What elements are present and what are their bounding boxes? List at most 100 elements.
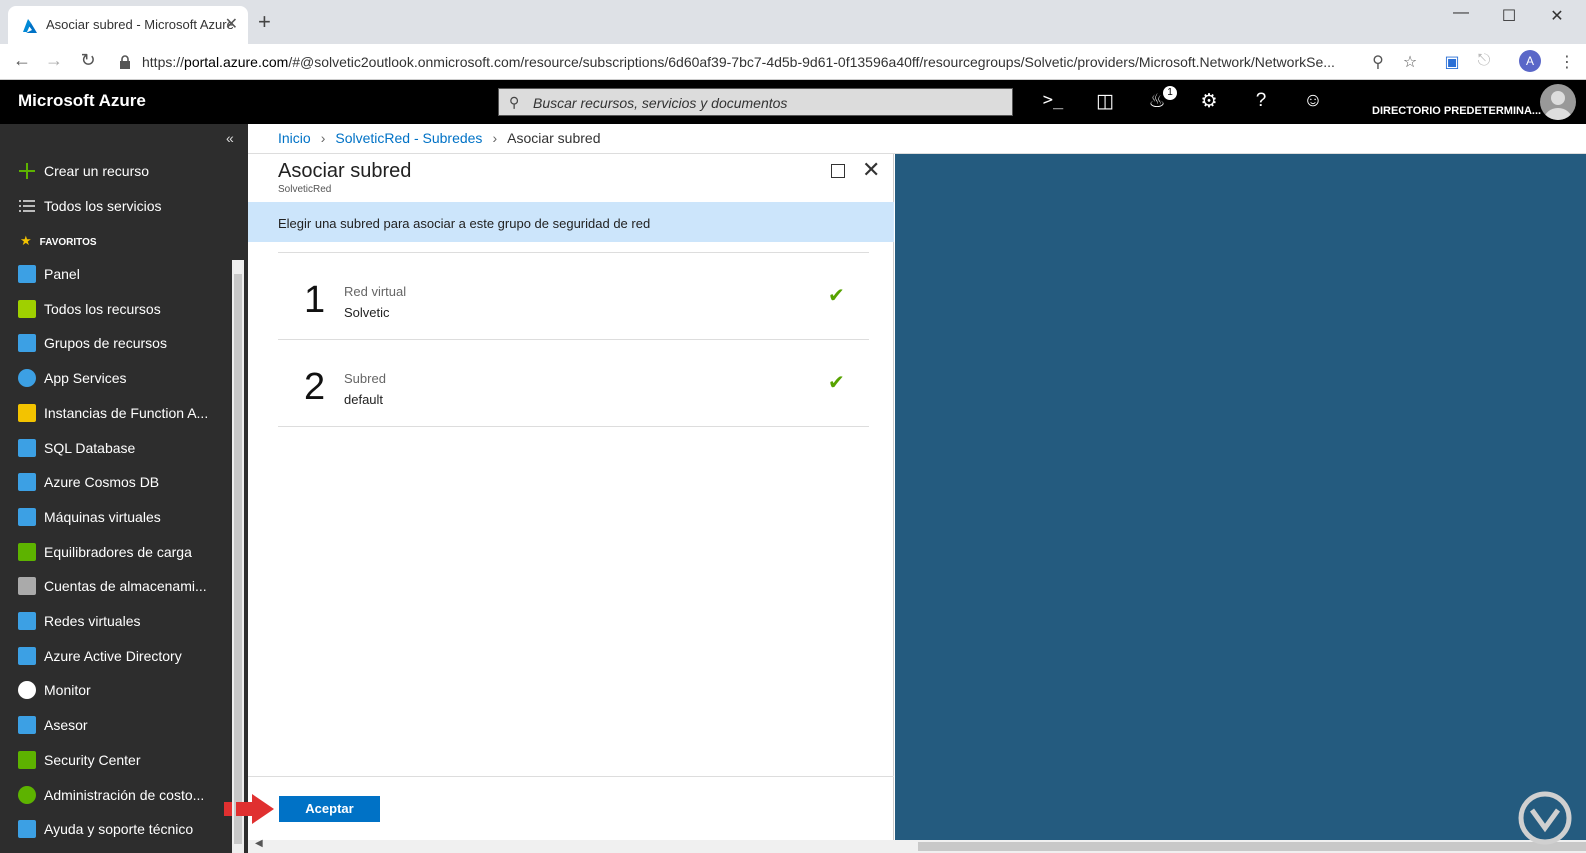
sidebar-item-label: App Services	[44, 370, 127, 387]
sidebar-item-label: Panel	[44, 266, 80, 282]
search-input[interactable]: ⚲ Buscar recursos, servicios y documento…	[498, 88, 1013, 116]
sidebar-item-app-services[interactable]: App Services	[0, 361, 232, 395]
star-icon: ★	[20, 233, 32, 248]
sidebar-scroll-thumb[interactable]	[234, 274, 242, 844]
back-icon[interactable]: ←	[10, 50, 34, 71]
sidebar-item-cost-management[interactable]: Administración de costo...	[0, 778, 232, 812]
sidebar-item-label: SQL Database	[44, 439, 136, 456]
close-window-icon[interactable]: ✕	[1542, 6, 1572, 26]
sidebar-item-label: Equilibradores de carga	[44, 543, 192, 560]
settings-gear-icon[interactable]: ⚙	[1196, 90, 1222, 113]
sidebar-item-function-app[interactable]: Instancias de Function A...	[0, 396, 232, 430]
sidebar-item-help-support[interactable]: Ayuda y soporte técnico	[0, 812, 232, 846]
sidebar-item-monitor[interactable]: Monitor	[0, 673, 232, 707]
feedback-smiley-icon[interactable]: ☺	[1300, 90, 1326, 112]
maximize-blade-icon[interactable]	[831, 164, 845, 178]
sidebar-item-cosmos-db[interactable]: Azure Cosmos DB	[0, 465, 232, 499]
sidebar-item-sql-database[interactable]: SQL Database	[0, 431, 232, 465]
sidebar-item-storage-accounts[interactable]: Cuentas de almacenami...	[0, 569, 232, 603]
all-resources-icon	[18, 299, 36, 318]
sidebar-item-label: Máquinas virtuales	[44, 508, 161, 525]
profile-avatar[interactable]: A	[1519, 50, 1541, 72]
azure-top-bar: Microsoft Azure ⚲ Buscar recursos, servi…	[0, 80, 1586, 124]
bookmark-star-icon[interactable]: ☆	[1398, 52, 1422, 72]
sidebar-item-label: Security Center	[44, 751, 141, 768]
page-title: Asociar subred	[278, 160, 412, 182]
forward-icon[interactable]: →	[42, 50, 66, 71]
sidebar-item-load-balancer[interactable]: Equilibradores de carga	[0, 535, 232, 569]
sidebar: « Crear un recurso Todos los servicios ★…	[0, 124, 248, 853]
chevron-right-icon: ›	[320, 130, 326, 146]
user-avatar-icon[interactable]	[1540, 84, 1576, 120]
advisor-icon	[18, 716, 36, 735]
new-tab-button[interactable]: +	[258, 9, 271, 35]
breadcrumb-current: Asociar subred	[507, 130, 601, 146]
sql-database-icon	[18, 438, 36, 457]
reload-icon[interactable]: ↻	[76, 50, 100, 71]
breadcrumb-parent[interactable]: SolveticRed - Subredes	[335, 130, 482, 146]
breadcrumb-home[interactable]: Inicio	[278, 130, 311, 146]
close-blade-icon[interactable]: ✕	[862, 157, 880, 183]
horizontal-scroll-thumb[interactable]	[918, 842, 1586, 851]
brand-title[interactable]: Microsoft Azure	[18, 91, 146, 111]
sidebar-item-active-directory[interactable]: Azure Active Directory	[0, 639, 232, 673]
checkmark-icon: ✔	[828, 285, 845, 307]
menu-dots-icon[interactable]: ⋮	[1555, 52, 1579, 72]
sidebar-item-advisor[interactable]: Asesor	[0, 708, 232, 742]
collapse-sidebar-icon[interactable]: «	[226, 130, 234, 146]
sidebar-item-label: Todos los servicios	[44, 198, 162, 214]
sidebar-item-all-resources[interactable]: Todos los recursos	[0, 292, 232, 326]
plus-icon	[19, 163, 35, 179]
sidebar-item-label: Azure Cosmos DB	[44, 474, 160, 491]
virtual-networks-icon	[18, 612, 36, 630]
step-number: 1	[304, 279, 326, 321]
extension-icon[interactable]: ▣	[1440, 52, 1464, 72]
scroll-left-icon[interactable]: ◀	[255, 838, 263, 849]
extension-2-icon[interactable]: ⎋	[1472, 52, 1496, 70]
cloud-shell-icon[interactable]: >_	[1040, 90, 1066, 110]
sidebar-item-label: Cuentas de almacenami...	[44, 578, 207, 595]
background-panel	[895, 154, 1586, 844]
tab-close-icon[interactable]: ✕	[225, 14, 238, 34]
sidebar-item-create[interactable]: Crear un recurso	[0, 154, 232, 188]
accept-button[interactable]: Aceptar	[279, 796, 380, 822]
directory-filter-icon[interactable]: ◫	[1092, 90, 1118, 113]
step-subnet[interactable]: 2 Subred default ✔	[278, 339, 869, 425]
page-subtitle: SolveticRed	[278, 184, 332, 195]
cosmos-db-icon	[18, 473, 36, 492]
sidebar-item-label: Administración de costo...	[44, 786, 205, 803]
sidebar-item-security-center[interactable]: Security Center	[0, 743, 232, 777]
address-bar: ← → ↻ https://portal.azure.com/#@solveti…	[0, 44, 1586, 80]
divider	[278, 426, 869, 427]
notification-badge: 1	[1163, 86, 1177, 100]
sidebar-item-virtual-machines[interactable]: Máquinas virtuales	[0, 500, 232, 534]
maximize-icon[interactable]: ☐	[1494, 6, 1524, 26]
sidebar-item-dashboard[interactable]: Panel	[0, 257, 232, 291]
virtual-machines-icon	[18, 507, 36, 526]
directory-label[interactable]: DIRECTORIO PREDETERMINA...	[1372, 105, 1541, 117]
security-center-icon	[18, 750, 36, 769]
zoom-icon[interactable]: ⚲	[1366, 52, 1390, 72]
step-virtual-network[interactable]: 1 Red virtual Solvetic ✔	[278, 252, 869, 338]
info-banner: Elegir una subred para asociar a este gr…	[248, 202, 894, 242]
chevron-right-icon: ›	[492, 130, 498, 146]
dashboard-icon	[18, 265, 36, 283]
help-question-icon[interactable]: ?	[1248, 90, 1274, 112]
red-arrow-icon	[224, 794, 274, 824]
monitor-icon	[18, 681, 36, 700]
list-icon	[19, 200, 35, 212]
checkmark-icon: ✔	[828, 372, 845, 394]
minimize-icon[interactable]: —	[1446, 4, 1476, 22]
sidebar-item-label: Crear un recurso	[44, 163, 150, 179]
help-support-icon	[18, 820, 36, 839]
sidebar-item-virtual-networks[interactable]: Redes virtuales	[0, 604, 232, 638]
sidebar-item-label: Grupos de recursos	[44, 335, 167, 352]
cost-management-icon	[18, 785, 36, 804]
watermark-logo-icon	[1518, 791, 1572, 845]
browser-tab[interactable]: Asociar subred - Microsoft Azure ✕	[8, 6, 248, 44]
sidebar-item-all-services[interactable]: Todos los servicios	[0, 189, 232, 223]
sidebar-item-resource-groups[interactable]: Grupos de recursos	[0, 326, 232, 360]
function-app-icon	[18, 403, 36, 422]
url-field[interactable]: https://portal.azure.com/#@solvetic2outl…	[120, 51, 1350, 75]
divider	[248, 776, 894, 777]
